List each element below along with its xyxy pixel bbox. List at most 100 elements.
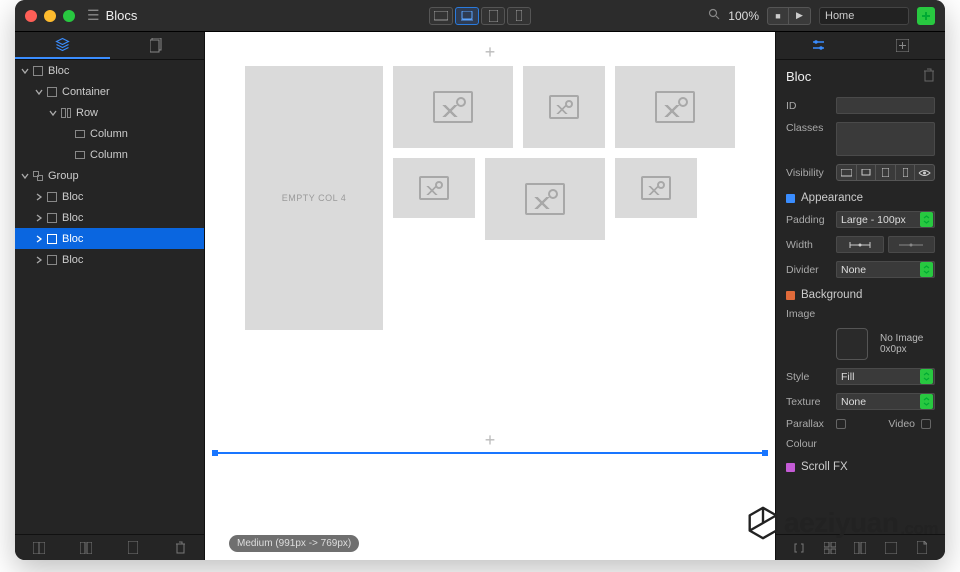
tree-item-row-2[interactable]: Row — [15, 102, 204, 123]
titlebar: ☰ Blocs 100% ■ ▶ Home — [15, 0, 945, 32]
page-icon[interactable] — [915, 541, 929, 555]
canvas[interactable]: + EMPTY COL 4 — [205, 32, 775, 560]
device-laptop-button[interactable] — [455, 7, 479, 25]
stop-preview-button[interactable]: ■ — [767, 7, 789, 25]
disclosure-triangle[interactable] — [21, 172, 29, 180]
zoom-window-button[interactable] — [63, 10, 75, 22]
colour-label: Colour — [786, 438, 830, 450]
background-swatch — [786, 291, 795, 300]
tree-item-bloc-7[interactable]: Bloc — [15, 207, 204, 228]
image-placeholder[interactable] — [393, 66, 513, 148]
padding-label: Padding — [786, 214, 830, 226]
tree-item-bloc-6[interactable]: Bloc — [15, 186, 204, 207]
footer-trash-icon[interactable] — [173, 541, 187, 555]
width-edge-button[interactable] — [836, 236, 884, 253]
divider-select[interactable]: None — [836, 261, 935, 278]
width-full-button[interactable] — [888, 236, 936, 253]
bg-style-select[interactable]: Fill — [836, 368, 935, 385]
add-page-button[interactable] — [917, 7, 935, 25]
footer-layout-icon[interactable] — [32, 541, 46, 555]
tree-item-bloc-0[interactable]: Bloc — [15, 60, 204, 81]
device-desktop-button[interactable] — [429, 7, 453, 25]
image-icon — [549, 95, 579, 119]
background-section-header[interactable]: Background — [776, 282, 945, 304]
vis-eye-button[interactable] — [915, 165, 934, 180]
properties-tab[interactable] — [776, 32, 861, 59]
layers-tab[interactable] — [15, 32, 110, 59]
page-select[interactable]: Home — [819, 7, 909, 25]
divider-label: Divider — [786, 264, 830, 276]
image-placeholder[interactable] — [523, 66, 605, 148]
tree-item-bloc-8[interactable]: Bloc — [15, 228, 204, 249]
appearance-section-header[interactable]: Appearance — [776, 185, 945, 207]
style-label: Style — [786, 371, 830, 383]
id-input[interactable] — [836, 97, 935, 114]
vis-laptop-button[interactable] — [857, 165, 877, 180]
padding-select[interactable]: Large - 100px — [836, 211, 935, 228]
image-placeholder[interactable] — [393, 158, 475, 218]
tree-item-container-1[interactable]: Container — [15, 81, 204, 102]
disclosure-triangle[interactable] — [35, 214, 43, 222]
grid-icon[interactable] — [823, 541, 837, 555]
bg-image-name: No Image — [880, 333, 923, 344]
vis-desktop-button[interactable] — [837, 165, 857, 180]
texture-label: Texture — [786, 396, 830, 408]
selection-handle-left[interactable] — [212, 450, 218, 456]
video-label: Video — [888, 418, 915, 430]
id-label: ID — [786, 100, 830, 112]
footer-columns-icon[interactable] — [79, 541, 93, 555]
device-phone-button[interactable] — [507, 7, 531, 25]
tree-item-column-3[interactable]: Column — [15, 123, 204, 144]
minimize-window-button[interactable] — [44, 10, 56, 22]
scrollfx-swatch — [786, 463, 795, 472]
dropdown-arrow-icon — [920, 394, 933, 409]
close-window-button[interactable] — [25, 10, 37, 22]
background-heading: Background — [801, 289, 862, 301]
visibility-group — [836, 164, 935, 181]
vis-phone-button[interactable] — [896, 165, 916, 180]
menu-icon[interactable]: ☰ — [87, 7, 100, 24]
bg-texture-select[interactable]: None — [836, 393, 935, 410]
image-placeholder[interactable] — [615, 158, 697, 218]
classes-input[interactable] — [836, 122, 935, 156]
preview-controls: ■ ▶ — [767, 7, 811, 25]
empty-column[interactable]: EMPTY COL 4 — [245, 66, 383, 330]
video-checkbox[interactable] — [921, 419, 931, 429]
selection-handle-right[interactable] — [762, 450, 768, 456]
tree-item-column-4[interactable]: Column — [15, 144, 204, 165]
disclosure-triangle[interactable] — [21, 67, 29, 75]
brackets-icon[interactable] — [792, 541, 806, 555]
image-placeholder[interactable] — [485, 158, 605, 240]
left-sidebar-footer — [15, 534, 204, 560]
zoom-level[interactable]: 100% — [728, 9, 759, 23]
play-preview-button[interactable]: ▶ — [789, 7, 811, 25]
background-image-well[interactable] — [836, 328, 868, 360]
left-sidebar: BlocContainerRowColumnColumnGroupBlocBlo… — [15, 32, 205, 560]
disclosure-triangle[interactable] — [35, 235, 43, 243]
scrollfx-section-header[interactable]: Scroll FX — [776, 454, 945, 476]
bloc-icon — [47, 234, 57, 244]
vis-tablet-button[interactable] — [876, 165, 896, 180]
add-tab[interactable] — [861, 32, 946, 59]
disclosure-triangle[interactable] — [49, 109, 57, 117]
bg-image-size: 0x0px — [880, 344, 923, 355]
parallax-checkbox[interactable] — [836, 419, 846, 429]
disclosure-triangle[interactable] — [35, 88, 43, 96]
disclosure-triangle[interactable] — [35, 193, 43, 201]
pages-tab[interactable] — [110, 32, 205, 59]
tree-item-bloc-9[interactable]: Bloc — [15, 249, 204, 270]
add-bloc-top-button[interactable]: + — [485, 42, 496, 63]
delete-element-icon[interactable] — [923, 68, 935, 85]
disclosure-triangle[interactable] — [35, 256, 43, 264]
box-icon[interactable] — [884, 541, 898, 555]
columns-icon[interactable] — [853, 541, 867, 555]
search-icon[interactable] — [708, 8, 720, 23]
tree-item-label: Column — [90, 128, 128, 140]
device-tablet-button[interactable] — [481, 7, 505, 25]
tree-item-group-5[interactable]: Group — [15, 165, 204, 186]
image-placeholder[interactable] — [615, 66, 735, 148]
footer-page-icon[interactable] — [126, 541, 140, 555]
app-title: Blocs — [106, 8, 138, 23]
selection-indicator — [215, 452, 765, 454]
add-bloc-bottom-button[interactable]: + — [485, 430, 496, 451]
